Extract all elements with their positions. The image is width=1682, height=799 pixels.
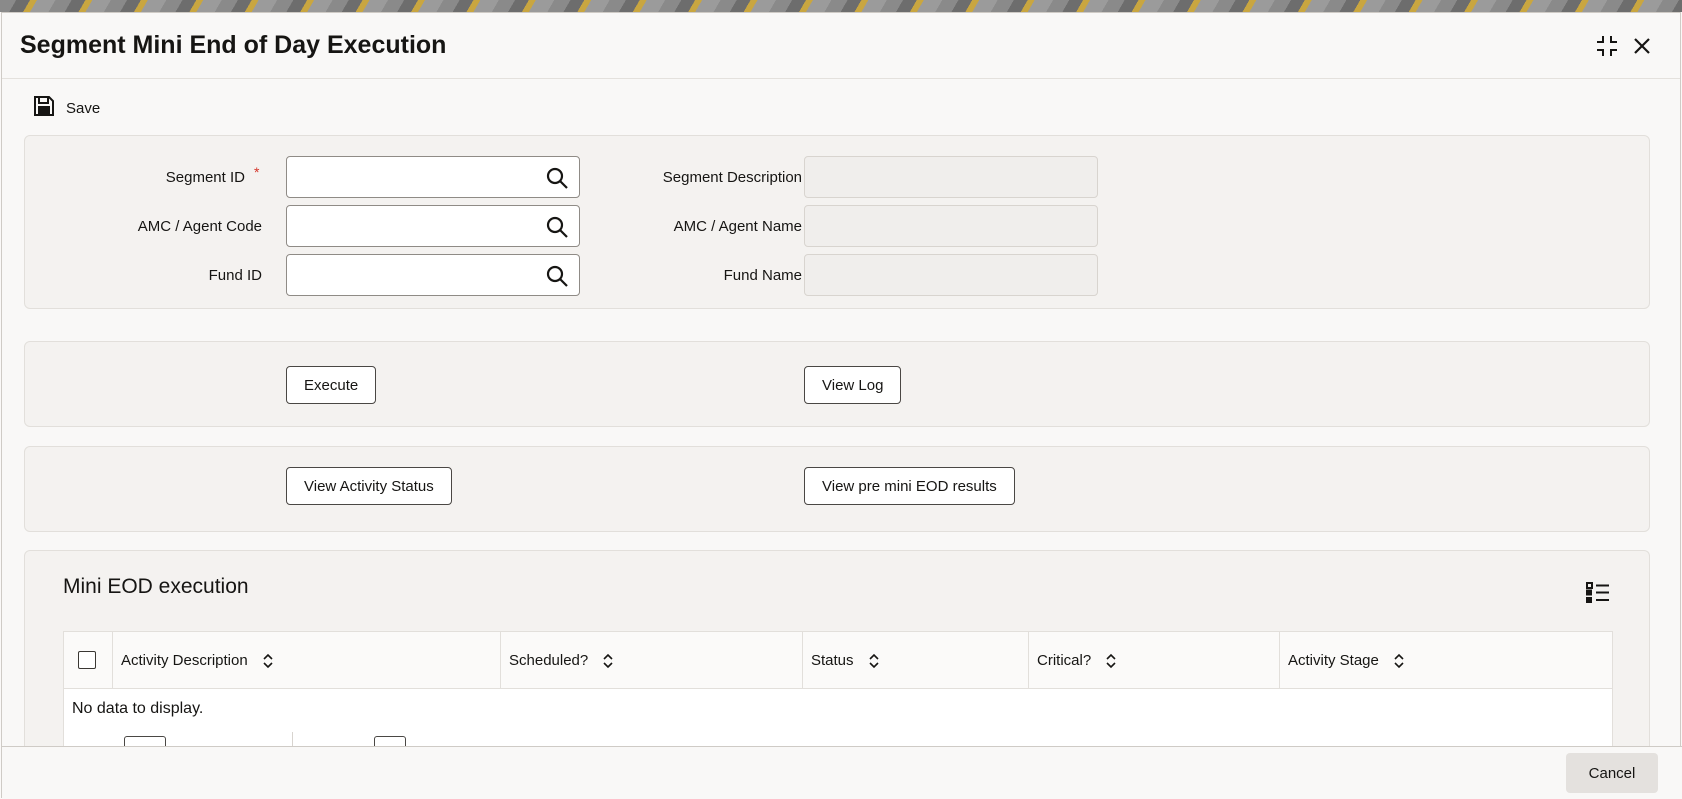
save-label: Save bbox=[66, 99, 101, 117]
fund-name-label: Fund Name bbox=[723, 267, 802, 284]
fund-id-input[interactable] bbox=[287, 255, 527, 293]
top-banner bbox=[0, 0, 1682, 12]
column-header-status[interactable]: Status bbox=[802, 632, 1028, 689]
segment-id-field bbox=[286, 156, 580, 198]
column-header-activity-stage[interactable]: Activity Stage bbox=[1279, 632, 1612, 689]
save-icon bbox=[32, 94, 56, 123]
agent-code-input[interactable] bbox=[287, 206, 527, 244]
segment-id-label: Segment ID bbox=[165, 169, 245, 186]
maximize-icon[interactable] bbox=[1592, 31, 1622, 61]
view-activity-status-button[interactable]: View Activity Status bbox=[286, 467, 452, 505]
execute-button[interactable]: Execute bbox=[286, 366, 377, 404]
segment-description-label: Segment Description bbox=[662, 169, 802, 186]
column-list-icon[interactable] bbox=[1585, 581, 1611, 610]
column-header-critical[interactable]: Critical? bbox=[1028, 632, 1279, 689]
fund-name-field bbox=[804, 254, 1098, 296]
required-marker: * bbox=[254, 164, 260, 180]
dialog: Segment Mini End of Day Execution Save S… bbox=[1, 12, 1682, 799]
execute-panel: Execute View Log bbox=[24, 341, 1650, 427]
dialog-footer: Cancel bbox=[2, 746, 1682, 799]
sort-icon[interactable] bbox=[262, 653, 274, 669]
select-all-checkbox[interactable] bbox=[78, 651, 96, 669]
view-log-button[interactable]: View Log bbox=[804, 366, 902, 404]
section-title: Mini EOD execution bbox=[63, 575, 249, 598]
title-bar: Segment Mini End of Day Execution bbox=[2, 13, 1680, 79]
criteria-panel: Segment ID * AMC / Agent Code Fund ID Se… bbox=[24, 135, 1650, 309]
agent-name-label: AMC / Agent Name bbox=[673, 218, 802, 235]
fund-id-label: Fund ID bbox=[208, 267, 262, 284]
segment-id-input[interactable] bbox=[287, 157, 527, 195]
table-header: Activity Description Scheduled? Status C… bbox=[64, 632, 1612, 689]
sort-icon[interactable] bbox=[868, 653, 880, 669]
sort-icon[interactable] bbox=[1393, 653, 1405, 669]
sort-icon[interactable] bbox=[602, 653, 614, 669]
agent-name-field bbox=[804, 205, 1098, 247]
empty-message: No data to display. bbox=[72, 700, 204, 717]
agent-code-label: AMC / Agent Code bbox=[137, 218, 262, 235]
column-header-scheduled[interactable]: Scheduled? bbox=[500, 632, 802, 689]
cancel-button[interactable]: Cancel bbox=[1566, 753, 1658, 793]
activity-table: Activity Description Scheduled? Status C… bbox=[63, 631, 1613, 750]
activity-panel: View Activity Status View pre mini EOD r… bbox=[24, 446, 1650, 532]
sort-icon[interactable] bbox=[1105, 653, 1117, 669]
fund-id-field bbox=[286, 254, 580, 296]
mini-eod-panel: Mini EOD execution Activity Description … bbox=[24, 550, 1650, 750]
segment-description-field bbox=[804, 156, 1098, 198]
view-pre-mini-eod-results-button[interactable]: View pre mini EOD results bbox=[804, 467, 1015, 505]
dialog-title: Segment Mini End of Day Execution bbox=[20, 31, 447, 59]
save-button[interactable]: Save bbox=[32, 93, 100, 123]
close-icon[interactable] bbox=[1627, 31, 1657, 61]
agent-code-field bbox=[286, 205, 580, 247]
column-header-activity-description[interactable]: Activity Description bbox=[112, 632, 500, 689]
